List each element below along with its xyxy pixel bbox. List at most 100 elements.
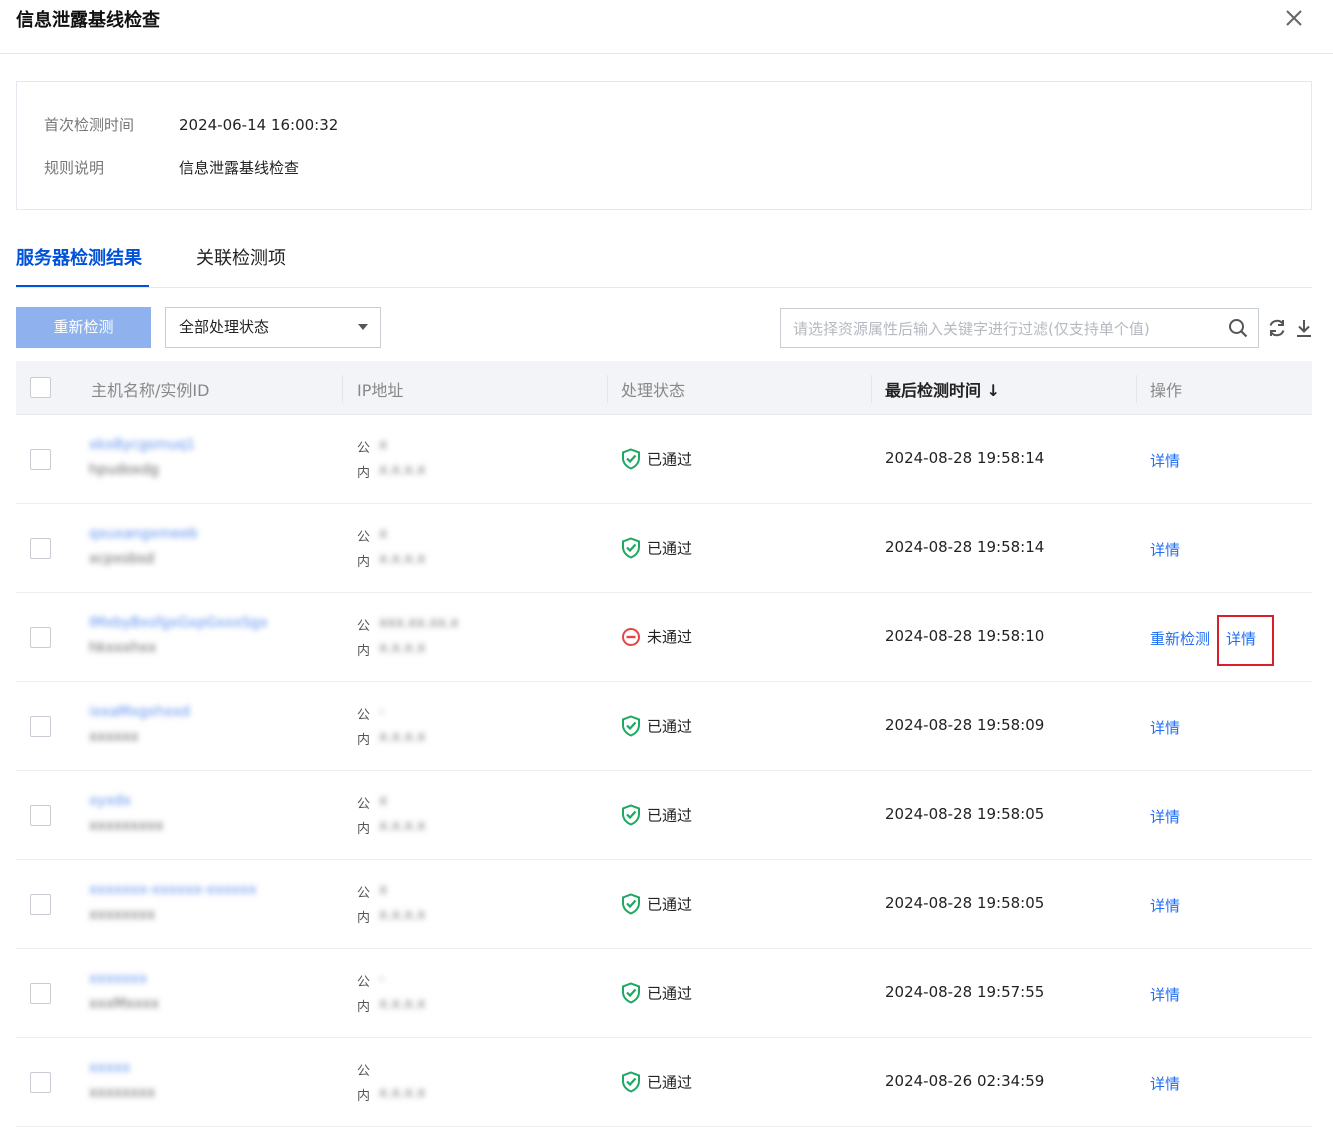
public-ip-label: 公 [357, 975, 371, 990]
row-details-link[interactable]: 详情 [1150, 539, 1180, 560]
status-filter-select[interactable]: 全部处理状态 [165, 307, 381, 348]
private-ip-value: x.x.x.x [379, 551, 426, 567]
public-ip-label: 公 [357, 441, 371, 456]
row-checkbox[interactable] [30, 449, 51, 470]
row-checkbox[interactable] [30, 1072, 51, 1093]
private-ip-label: 内 [357, 1089, 371, 1104]
rule-description-row: 规则说明 信息泄露基线检查 [44, 157, 299, 178]
tab-server-results[interactable]: 服务器检测结果 [16, 244, 142, 270]
column-last-check-label: 最后检测时间 [885, 381, 982, 400]
status-cell: 未通过 [621, 626, 692, 650]
row-checkbox[interactable] [30, 894, 51, 915]
host-name-link[interactable]: xxxxx [89, 1060, 319, 1076]
highlight-box [1217, 615, 1274, 666]
private-ip-label: 内 [357, 911, 371, 926]
public-ip-value: xxx.xx.xx.x [379, 615, 459, 631]
private-ip-value: x.x.x.x [379, 818, 426, 834]
public-ip-value: - [379, 704, 385, 720]
table-row: xxxxx xxxxxxxx 公内 x.x.x.x 已通过 2024-08-26 02:3… [16, 1038, 1312, 1127]
column-actions: 操作 [1150, 381, 1183, 400]
instance-id: xxxxxx [89, 729, 139, 745]
row-checkbox[interactable] [30, 983, 51, 1004]
first-check-row: 首次检测时间 2024-06-14 16:00:32 [44, 114, 338, 135]
column-last-check[interactable]: 最后检测时间 ↓ [885, 377, 1000, 401]
row-details-link[interactable]: 详情 [1150, 1073, 1180, 1094]
instance-id: xxxMxxxx [89, 996, 160, 1012]
column-separator [342, 375, 343, 403]
table-row: xxxxxxx xxxMxxxx 公 - 内 x.x.x.x 已通过 2024-08-28 1… [16, 949, 1312, 1038]
last-check-time: 2024-08-28 19:58:05 [885, 894, 1045, 912]
last-check-time: 2024-08-28 19:58:05 [885, 805, 1045, 823]
table-row: ixxaMxgxhxxd xxxxxx 公 - 内 x.x.x.x 已通过 2024-08-2… [16, 682, 1312, 771]
row-checkbox[interactable] [30, 538, 51, 559]
instance-id: xxxxxxxx [89, 1085, 156, 1101]
dialog-header: 信息泄露基线检查 [0, 0, 1333, 54]
shield-check-icon [622, 893, 640, 915]
row-recheck-link[interactable]: 重新检测 [1150, 628, 1210, 649]
table-row: xyxdx xxxxxxxxx 公 x 内 x.x.x.x 已通过 2024-08-28 19… [16, 771, 1312, 860]
recheck-button[interactable]: 重新检测 [16, 307, 151, 348]
public-ip-label: 公 [357, 708, 371, 723]
status-cell: 已通过 [621, 448, 692, 472]
private-ip-label: 内 [357, 822, 371, 837]
search-icon[interactable] [1227, 317, 1249, 339]
status-text: 已通过 [647, 717, 693, 736]
public-ip-value: x [379, 437, 388, 453]
column-status: 处理状态 [621, 381, 686, 400]
instance-id: xxxxxxxxx [89, 818, 164, 834]
select-all-checkbox[interactable] [30, 377, 51, 398]
row-details-link[interactable]: 详情 [1150, 984, 1180, 1005]
row-checkbox[interactable] [30, 805, 51, 826]
search-input[interactable] [793, 318, 1213, 340]
last-check-time: 2024-08-28 19:57:55 [885, 983, 1045, 1001]
instance-id: hpudoxdg [89, 462, 159, 478]
row-details-link[interactable]: 详情 [1150, 450, 1180, 471]
download-icon[interactable] [1293, 317, 1315, 339]
row-checkbox[interactable] [30, 716, 51, 737]
host-name-link[interactable]: xyxdx [89, 793, 319, 809]
row-details-link[interactable]: 详情 [1150, 806, 1180, 827]
host-name-link[interactable]: ixxaMxgxhxxd [89, 704, 319, 720]
shield-check-icon [622, 1071, 640, 1093]
private-ip-value: x.x.x.x [379, 1085, 426, 1101]
public-ip-value: x [379, 793, 388, 809]
last-check-time: 2024-08-28 19:58:10 [885, 627, 1045, 645]
first-check-label: 首次检测时间 [44, 116, 135, 134]
table-row: qxuxangxmeeb xcpxsbsd 公 x 内 x.x.x.x 已通过 2024-08… [16, 504, 1312, 593]
host-name-link[interactable]: xxxxxxx [89, 971, 319, 987]
status-cell: 已通过 [621, 537, 692, 561]
row-details-link[interactable]: 详情 [1150, 717, 1180, 738]
public-ip-value: x [379, 882, 388, 898]
table-row: xkx8ycgsmuq1 hpudoxdg 公 x 内 x.x.x.x 已通过 2024-08… [16, 415, 1312, 504]
status-cell: 已通过 [621, 715, 692, 739]
instance-id: hkxxxhxx [89, 640, 157, 656]
dialog-title: 信息泄露基线检查 [16, 10, 160, 31]
last-check-time: 2024-08-28 19:58:14 [885, 449, 1045, 467]
last-check-time: 2024-08-28 19:58:14 [885, 538, 1045, 556]
private-ip-label: 内 [357, 466, 371, 481]
caret-down-icon [358, 324, 368, 330]
public-ip-label: 公 [357, 619, 371, 634]
column-host: 主机名称/实例ID [91, 381, 210, 400]
shield-check-icon [622, 982, 640, 1004]
private-ip-value: x.x.x.x [379, 996, 426, 1012]
refresh-icon[interactable] [1266, 317, 1288, 339]
instance-id: xxxxxxxx [89, 907, 156, 923]
host-name-link[interactable]: xxxxxxx-xxxxxx-xxxxxx [89, 882, 319, 898]
status-text: 已通过 [647, 806, 693, 825]
row-checkbox[interactable] [30, 627, 51, 648]
shield-check-icon [622, 448, 640, 470]
close-icon[interactable] [1282, 6, 1306, 30]
public-ip-label: 公 [357, 886, 371, 901]
tab-related-checks[interactable]: 关联检测项 [196, 244, 286, 270]
status-text: 已通过 [647, 984, 693, 1003]
host-name-link[interactable]: xkx8ycgsmuq1 [89, 437, 319, 453]
instance-id: xcpxsbsd [89, 551, 155, 567]
status-cell: 已通过 [621, 982, 692, 1006]
host-name-link[interactable]: qxuxangxmeeb [89, 526, 319, 542]
column-separator [607, 375, 608, 403]
host-name-link[interactable]: IMxbyBxsfgxGxpGxxxSgx [89, 615, 319, 631]
row-details-link[interactable]: 详情 [1150, 895, 1180, 916]
public-ip-value: x [379, 526, 388, 542]
shield-check-icon [622, 804, 640, 826]
